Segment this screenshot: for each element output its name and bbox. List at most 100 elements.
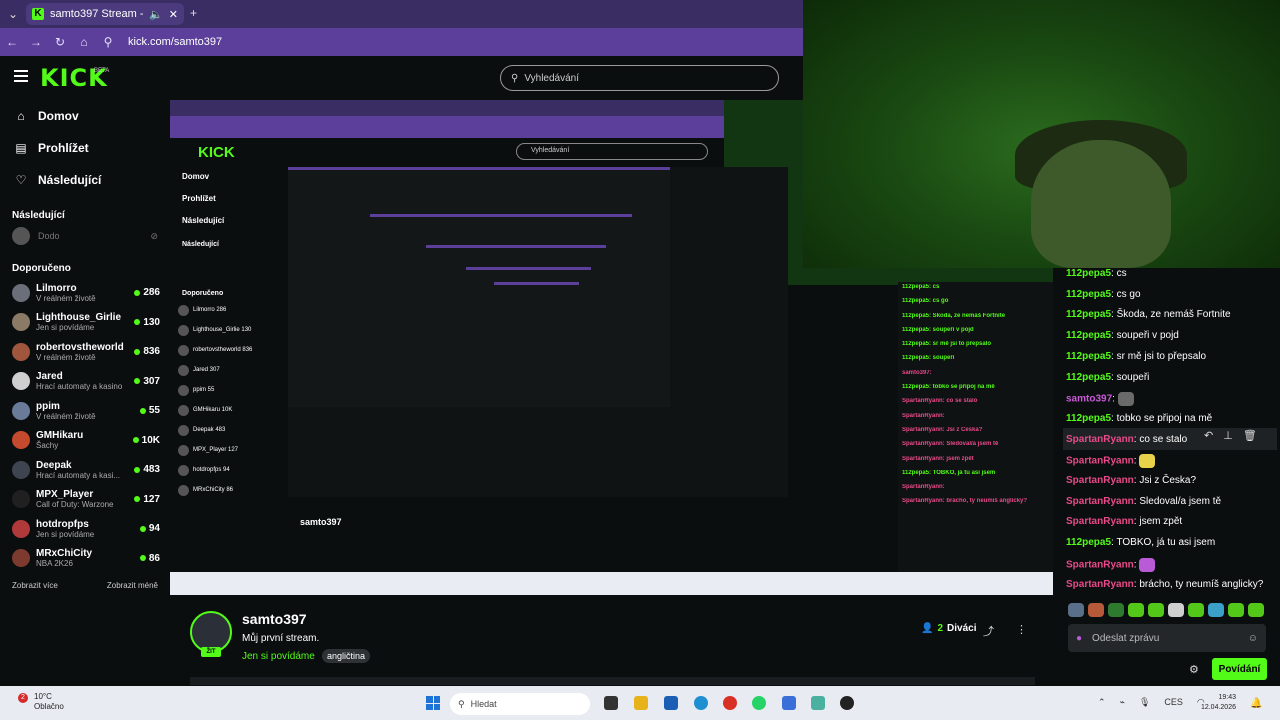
- whatsapp-icon[interactable]: [752, 696, 766, 710]
- chat-username[interactable]: samto397: [1066, 394, 1112, 405]
- tab-close-icon[interactable]: ✕: [169, 8, 178, 21]
- edge-icon[interactable]: [694, 696, 708, 710]
- notifications-icon[interactable]: 🔔: [1250, 698, 1262, 709]
- site-info-icon[interactable]: ⚲: [96, 35, 120, 49]
- emote-icon[interactable]: [1228, 603, 1244, 617]
- chat-settings-icon[interactable]: ⚙: [1189, 663, 1199, 676]
- chat-username[interactable]: 112pepa5: [1066, 309, 1111, 320]
- recommended-item[interactable]: Jared Hrací automaty a kasino 307: [0, 367, 170, 397]
- emote-icon[interactable]: [1148, 603, 1164, 617]
- chat-username[interactable]: 112pepa5: [1066, 330, 1111, 341]
- snipping-tool-icon[interactable]: [811, 696, 825, 710]
- sidebar-item-home[interactable]: ⌂ Domov: [0, 100, 170, 132]
- pin-icon[interactable]: ⊥: [1223, 429, 1233, 442]
- chat-message[interactable]: 112pepa5: soupeři: [1066, 372, 1149, 383]
- chat-username[interactable]: 112pepa5: [1066, 372, 1111, 383]
- mic-tray-icon[interactable]: 🎙: [1139, 697, 1150, 708]
- emote-icon[interactable]: [1208, 603, 1224, 617]
- stream-category[interactable]: Jen si povídáme: [242, 651, 315, 662]
- chat-message[interactable]: SpartanRyann: jsem zpět: [1066, 516, 1182, 527]
- send-button[interactable]: Povídání: [1212, 658, 1267, 680]
- recommended-item[interactable]: robertovstheworld V reálném životě 836: [0, 337, 170, 367]
- recommended-item[interactable]: MPX_Player Call of Duty: Warzone 127: [0, 485, 170, 515]
- chat-message[interactable]: SpartanRyann: brácho, ty neumíš anglicky…: [1066, 579, 1263, 590]
- chat-username[interactable]: 112pepa5: [1066, 413, 1111, 424]
- show-more-button[interactable]: Zobrazit více: [12, 581, 58, 590]
- chat-username[interactable]: SpartanRyann: [1066, 456, 1134, 467]
- search-input[interactable]: ⚲ Vyhledávání: [500, 65, 779, 91]
- chat-message[interactable]: 112pepa5: cs: [1066, 268, 1127, 279]
- chat-username[interactable]: 112pepa5: [1066, 537, 1111, 548]
- new-tab-icon[interactable]: +: [190, 6, 197, 20]
- more-options-icon[interactable]: ⋮: [1016, 623, 1027, 636]
- app-icon[interactable]: [782, 696, 796, 710]
- chat-message[interactable]: SpartanRyann: co se stalo: [1066, 434, 1187, 445]
- chat-username[interactable]: SpartanRyann: [1066, 516, 1134, 527]
- sidebar-item-browse[interactable]: ▤ Prohlížet: [0, 132, 170, 164]
- chat-username[interactable]: 112pepa5: [1066, 268, 1111, 279]
- chevron-up-icon[interactable]: ⌃: [1098, 697, 1106, 708]
- back-icon[interactable]: ←: [0, 35, 24, 49]
- recommended-item[interactable]: ppim V reálném životě 55: [0, 396, 170, 426]
- emote-icon[interactable]: [1108, 603, 1124, 617]
- emote-icon[interactable]: [1128, 603, 1144, 617]
- recommended-item[interactable]: GMHikaru Šachy 10K: [0, 426, 170, 456]
- streamer-name[interactable]: samto397: [242, 611, 307, 627]
- chat-message[interactable]: 112pepa5: soupeři v pojd: [1066, 330, 1179, 341]
- emote-icon[interactable]: [1188, 603, 1204, 617]
- chat-username[interactable]: SpartanRyann: [1066, 579, 1134, 590]
- chat-username[interactable]: SpartanRyann: [1066, 496, 1134, 507]
- windows-start-icon[interactable]: [426, 696, 440, 710]
- language-indicator[interactable]: CES: [1164, 697, 1183, 708]
- emote-icon[interactable]: [1088, 603, 1104, 617]
- chat-message[interactable]: 112pepa5: cs go: [1066, 289, 1141, 300]
- chat-message[interactable]: 112pepa5: Škoda, ze nemáš Fortnite: [1066, 309, 1231, 320]
- chat-message[interactable]: SpartanRyann: Jsi z Česka?: [1066, 475, 1196, 486]
- recommended-item[interactable]: Lilmorro V reálném životě 286: [0, 278, 170, 308]
- chat-message[interactable]: SpartanRyann: Sledoval/a jsem tě: [1066, 496, 1221, 507]
- obs-icon[interactable]: [840, 696, 854, 710]
- chat-message[interactable]: SpartanRyann:: [1066, 557, 1156, 572]
- file-explorer-icon[interactable]: [634, 696, 648, 710]
- delete-icon[interactable]: 🗑: [1243, 429, 1257, 442]
- recommended-item[interactable]: Lighthouse_Girlie Jen si povídáme 130: [0, 308, 170, 338]
- show-less-button[interactable]: Zobrazit méně: [107, 581, 158, 590]
- mic-icon[interactable]: ●: [1076, 633, 1082, 644]
- following-item[interactable]: Dodo ⊘: [0, 221, 170, 251]
- weather-widget[interactable]: 2 10°C Oblačno: [16, 692, 64, 712]
- tab-menu-icon[interactable]: ⌄: [8, 7, 18, 21]
- reload-icon[interactable]: ↻: [48, 35, 72, 49]
- emote-icon[interactable]: [1068, 603, 1084, 617]
- chat-username[interactable]: 112pepa5: [1066, 351, 1111, 362]
- hamburger-menu-icon[interactable]: [14, 70, 28, 82]
- chat-username[interactable]: SpartanRyann: [1066, 559, 1134, 570]
- recommended-item[interactable]: hotdropfps Jen si povídáme 94: [0, 514, 170, 544]
- sidebar-item-following[interactable]: ♡ Následující: [0, 164, 170, 196]
- share-icon[interactable]: ⤴: [983, 623, 994, 639]
- chat-message[interactable]: SpartanRyann:: [1066, 454, 1156, 469]
- chat-message[interactable]: 112pepa5: sr mě jsi to přepsalo: [1066, 351, 1206, 362]
- chat-message[interactable]: 112pepa5: TOBKO, já tu asi jsem: [1066, 537, 1215, 548]
- task-view-icon[interactable]: [604, 696, 618, 710]
- chat-username[interactable]: 112pepa5: [1066, 289, 1111, 300]
- url-field[interactable]: kick.com/samto397: [128, 36, 222, 48]
- reply-icon[interactable]: ↶: [1204, 429, 1213, 442]
- chat-message[interactable]: 112pepa5: tobko se připoj na mě: [1066, 413, 1212, 424]
- stream-tag[interactable]: angličtina: [322, 649, 371, 663]
- clock[interactable]: 19:43 12.04.2026: [1196, 693, 1236, 713]
- store-icon[interactable]: [664, 696, 678, 710]
- recommended-item[interactable]: Deepak Hrací automaty a kasi... 483: [0, 455, 170, 485]
- chrome-icon[interactable]: [723, 696, 737, 710]
- recommended-item[interactable]: MRxChiCity NBA 2K26 86: [0, 544, 170, 574]
- taskbar-search[interactable]: ⚲ Hledat: [450, 693, 590, 715]
- browser-tab[interactable]: K samto397 Stream - Sleduj n... 🔈 ✕: [26, 3, 184, 25]
- emoji-icon[interactable]: ☺: [1248, 633, 1258, 644]
- emote-icon[interactable]: [1248, 603, 1264, 617]
- forward-icon[interactable]: →: [24, 35, 48, 49]
- home-icon[interactable]: ⌂: [72, 35, 96, 49]
- speaker-icon[interactable]: 🔈: [149, 8, 163, 21]
- chat-input[interactable]: ● Odeslat zprávu ☺: [1068, 624, 1266, 652]
- chat-message[interactable]: samto397:: [1066, 392, 1134, 407]
- network-icon[interactable]: ⌁: [1120, 697, 1125, 708]
- chat-username[interactable]: SpartanRyann: [1066, 475, 1134, 486]
